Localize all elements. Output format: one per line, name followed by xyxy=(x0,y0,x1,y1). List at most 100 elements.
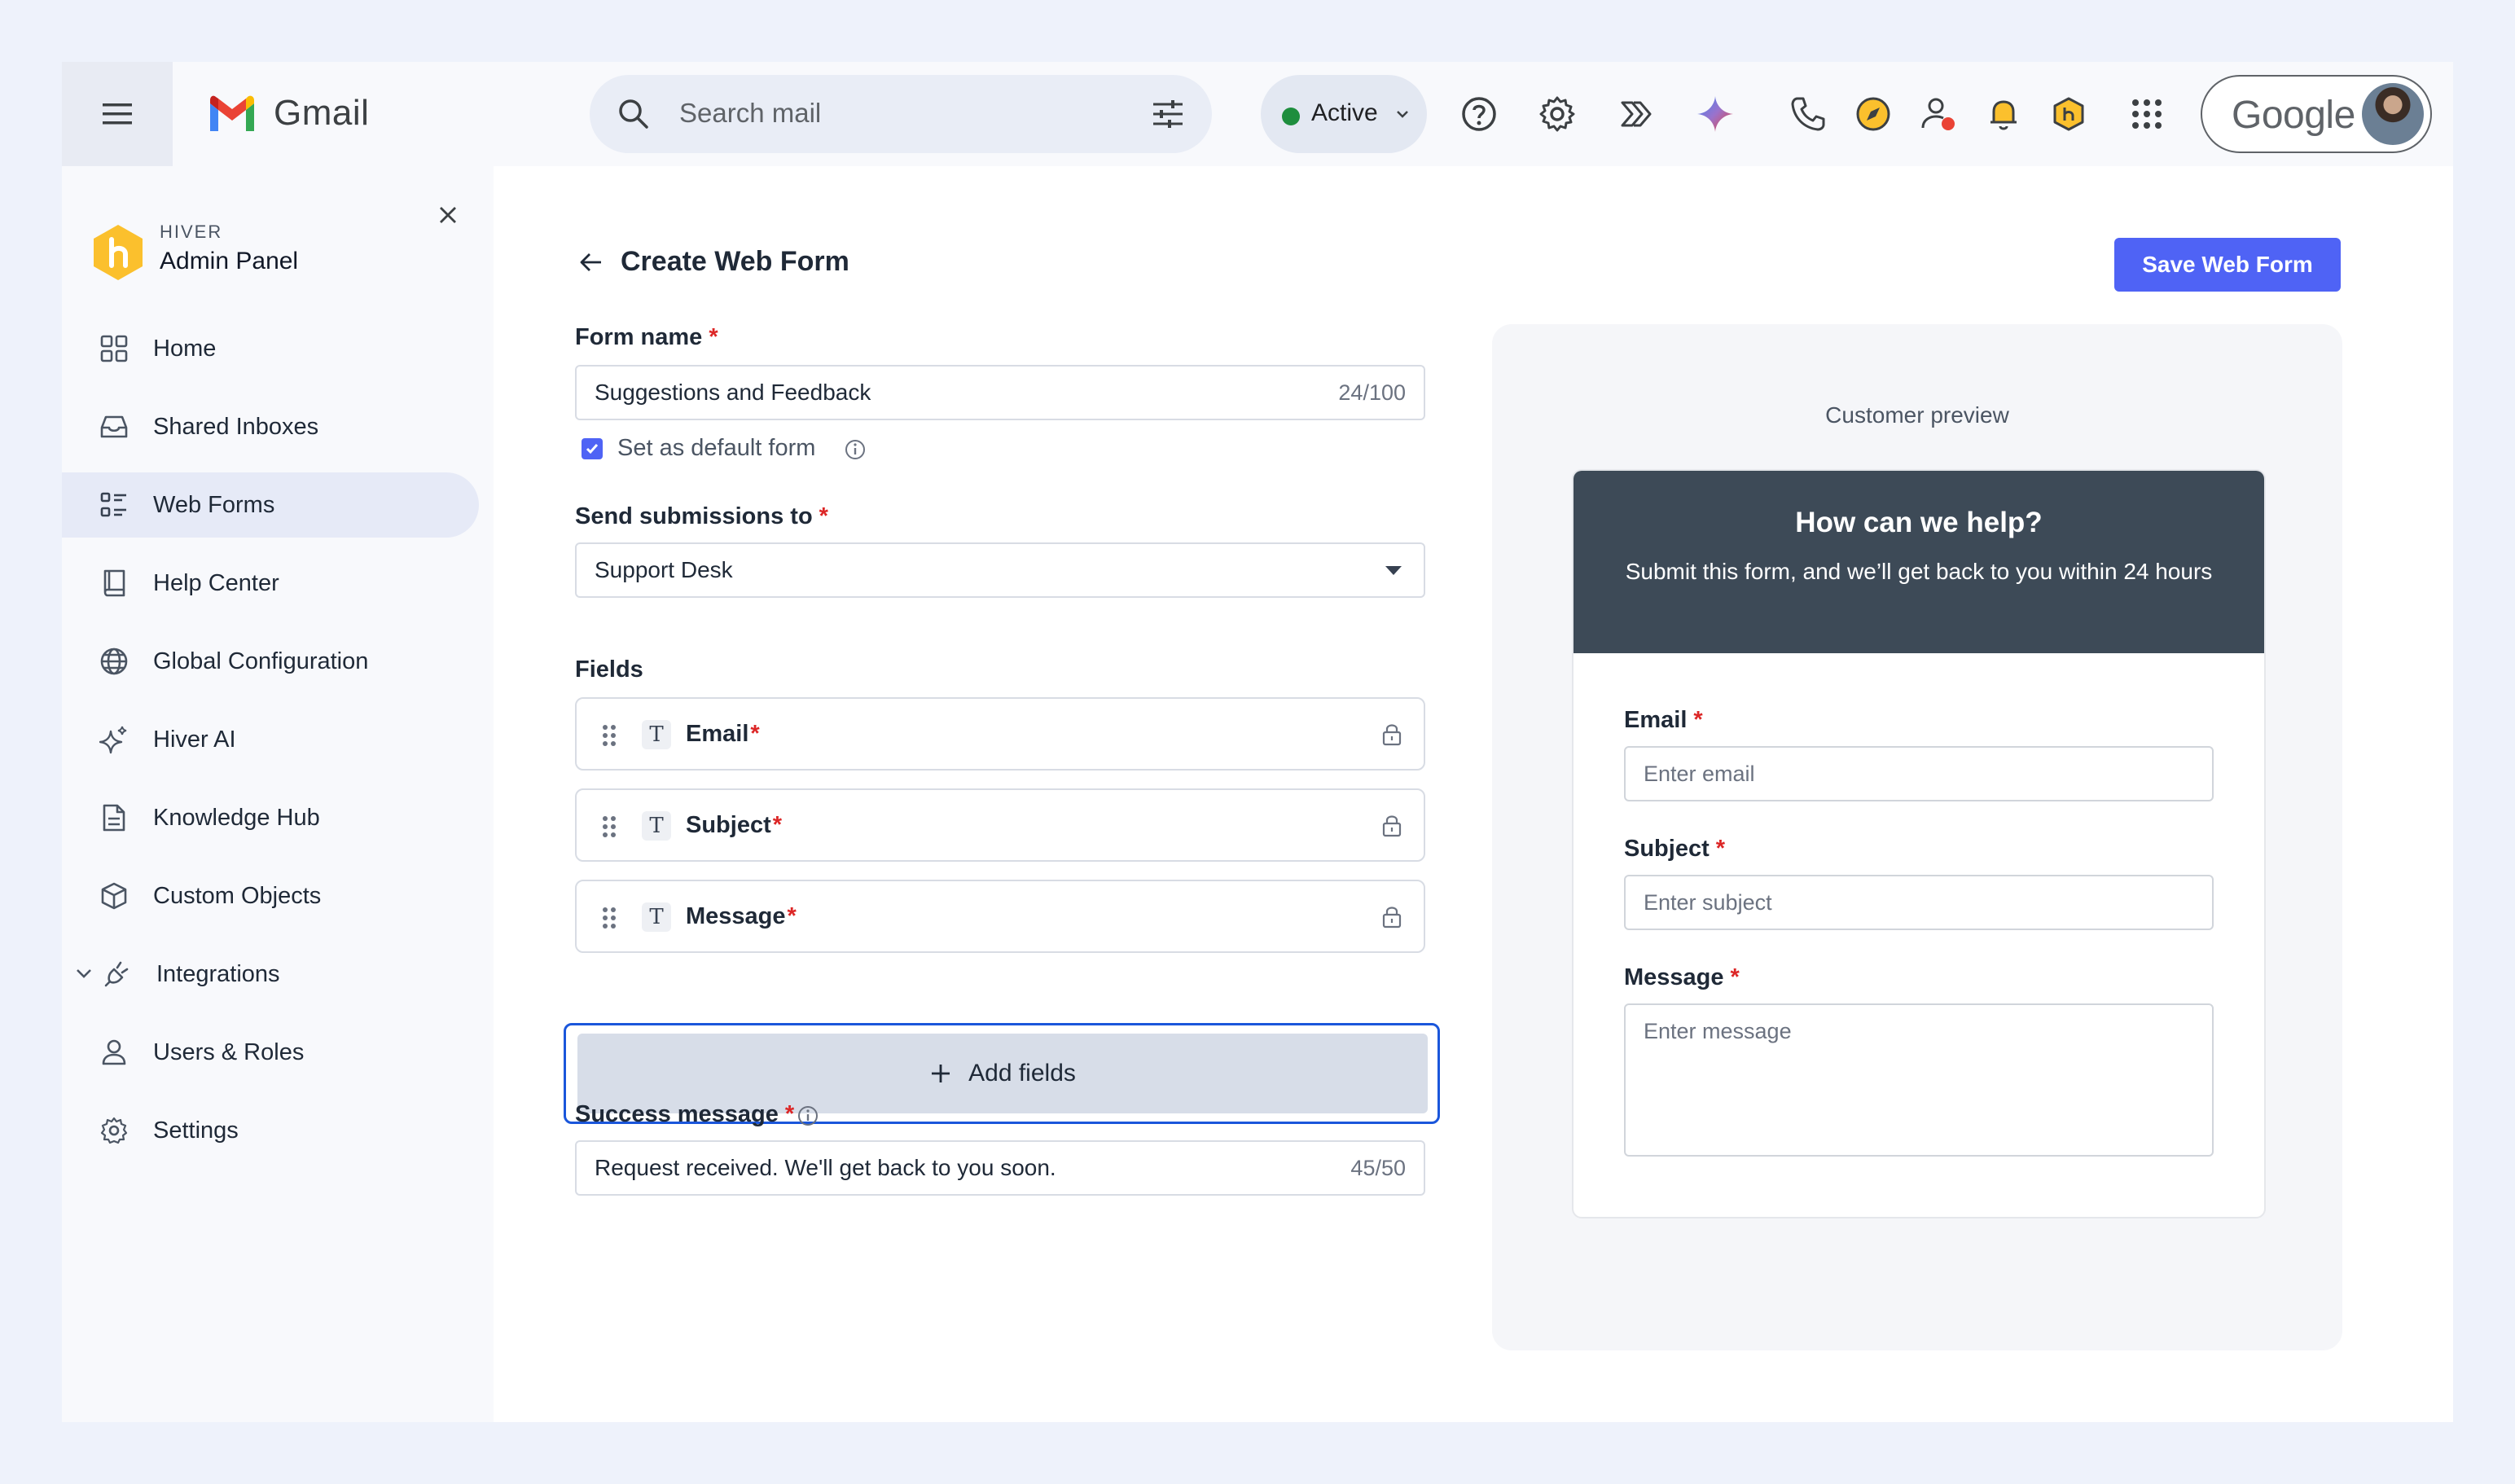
fields-label: Fields xyxy=(575,656,643,683)
hiver-extension-button[interactable] xyxy=(2046,91,2091,137)
caret-down-icon xyxy=(1385,566,1402,575)
user-icon xyxy=(102,1039,126,1065)
sidebar-item-help-center[interactable]: Help Center xyxy=(62,551,479,616)
google-account-button[interactable]: Google xyxy=(2201,75,2432,153)
sidebar-item-global-configuration[interactable]: Global Configuration xyxy=(62,629,479,694)
text-type-icon: T xyxy=(642,902,671,932)
plus-icon xyxy=(932,1065,950,1082)
contacts-button[interactable] xyxy=(1916,91,1961,137)
required-mark: * xyxy=(750,721,760,747)
required-mark: * xyxy=(1715,836,1726,862)
gemini-button[interactable] xyxy=(1692,91,1738,137)
form-name-input[interactable]: Suggestions and Feedback 24/100 xyxy=(575,365,1425,420)
sidebar-item-integrations[interactable]: Integrations xyxy=(62,942,479,1007)
lock-icon xyxy=(1382,815,1402,837)
chevron-down-icon[interactable] xyxy=(75,964,93,982)
field-row-subject[interactable]: T Subject* xyxy=(575,788,1425,862)
text-type-icon: T xyxy=(642,811,671,841)
cube-icon xyxy=(101,882,127,910)
gemini-sparkle-icon xyxy=(1697,96,1733,132)
chevron-down-icon xyxy=(1397,111,1408,118)
notifications-button[interactable] xyxy=(1981,91,2026,137)
back-arrow-icon[interactable] xyxy=(578,249,604,275)
inbox-icon xyxy=(100,415,128,438)
default-form-checkbox[interactable] xyxy=(582,438,603,459)
globe-icon xyxy=(100,648,128,675)
drag-handle-icon[interactable] xyxy=(601,723,617,748)
default-form-label: Set as default form xyxy=(617,435,816,461)
call-button[interactable] xyxy=(1785,91,1831,137)
status-dot-icon xyxy=(1282,108,1300,125)
success-message-input[interactable]: Request received. We'll get back to you … xyxy=(575,1140,1425,1196)
required-mark: * xyxy=(819,503,828,529)
success-message-value: Request received. We'll get back to you … xyxy=(595,1155,1056,1180)
plug-icon xyxy=(104,961,129,987)
save-web-form-button[interactable]: Save Web Form xyxy=(2114,238,2341,292)
compass-button[interactable] xyxy=(1850,91,1896,137)
success-message-counter: 45/50 xyxy=(1350,1156,1406,1180)
main-menu-button[interactable] xyxy=(62,62,173,166)
sidebar-item-custom-objects[interactable]: Custom Objects xyxy=(62,863,479,929)
send-to-select[interactable]: Support Desk xyxy=(575,542,1425,598)
gmail-logo[interactable]: Gmail xyxy=(207,93,369,134)
sidebar-item-label: Home xyxy=(153,336,217,362)
info-icon[interactable] xyxy=(844,438,867,461)
status-dropdown[interactable]: Active xyxy=(1261,75,1427,153)
avatar xyxy=(2362,83,2424,145)
field-row-message[interactable]: T Message* xyxy=(575,880,1425,953)
success-message-label: Success message * xyxy=(575,1101,794,1128)
page-header: Create Web Form xyxy=(578,246,849,278)
add-fields-label: Add fields xyxy=(968,1060,1076,1087)
sidebar-item-label: Help Center xyxy=(153,570,279,596)
search-icon[interactable] xyxy=(616,96,652,132)
phone-icon xyxy=(1791,97,1825,131)
field-row-email[interactable]: T Email* xyxy=(575,697,1425,771)
close-icon xyxy=(440,207,456,223)
sidebar-item-home[interactable]: Home xyxy=(62,316,479,381)
sidebar-item-shared-inboxes[interactable]: Shared Inboxes xyxy=(62,394,479,459)
checkmark-icon xyxy=(586,444,599,454)
preview-message-textarea: Enter message xyxy=(1624,1003,2214,1157)
preview-email-input: Enter email xyxy=(1624,746,2214,801)
sparkle-icon xyxy=(99,726,127,754)
sidebar-item-knowledge-hub[interactable]: Knowledge Hub xyxy=(62,785,479,850)
required-mark: * xyxy=(787,903,797,929)
gear-icon xyxy=(100,1117,128,1144)
search-input[interactable]: Search mail xyxy=(679,98,821,129)
field-name: Email* xyxy=(686,721,760,748)
grid-icon xyxy=(100,335,128,362)
apps-button[interactable] xyxy=(2124,91,2170,137)
sidebar-item-web-forms[interactable]: Web Forms xyxy=(62,472,479,538)
form-name-label-text: Form name xyxy=(575,324,703,350)
send-to-value: Support Desk xyxy=(595,557,733,582)
info-icon[interactable] xyxy=(797,1104,819,1127)
sidebar-item-hiver-ai[interactable]: Hiver AI xyxy=(62,707,479,772)
help-button[interactable] xyxy=(1456,91,1502,137)
forward-apps-button[interactable] xyxy=(1613,91,1658,137)
double-chevron-icon xyxy=(1621,101,1652,127)
preview-form-header: How can we help? Submit this form, and w… xyxy=(1574,471,2264,653)
settings-button[interactable] xyxy=(1534,91,1580,137)
sidebar-item-settings[interactable]: Settings xyxy=(62,1098,479,1163)
search-bar[interactable]: Search mail xyxy=(590,75,1212,153)
close-sidebar-button[interactable] xyxy=(432,199,464,231)
admin-panel-title: Admin Panel xyxy=(160,248,299,274)
send-to-label: Send submissions to * xyxy=(575,503,828,530)
search-options-icon[interactable] xyxy=(1150,96,1186,132)
drag-handle-icon[interactable] xyxy=(601,814,617,839)
sidebar-item-users-roles[interactable]: Users & Roles xyxy=(62,1020,479,1085)
main-content: Create Web Form Save Web Form Form name *… xyxy=(494,166,2453,1422)
preview-title: Customer preview xyxy=(1825,402,2009,428)
sidebar-item-label: Custom Objects xyxy=(153,883,322,909)
drag-handle-icon[interactable] xyxy=(601,906,617,930)
required-mark: * xyxy=(709,324,718,350)
sidebar-item-label: Web Forms xyxy=(153,492,275,518)
preview-subject-label-text: Subject xyxy=(1624,836,1710,862)
app-name: Gmail xyxy=(274,93,370,133)
bell-icon xyxy=(1990,100,2017,130)
field-name: Subject* xyxy=(686,812,782,839)
preview-subheading: Submit this form, and we’ll get back to … xyxy=(1625,559,2213,584)
preview-email-placeholder: Enter email xyxy=(1644,762,1755,786)
text-type-icon: T xyxy=(642,720,671,749)
form-name-counter: 24/100 xyxy=(1338,380,1406,405)
